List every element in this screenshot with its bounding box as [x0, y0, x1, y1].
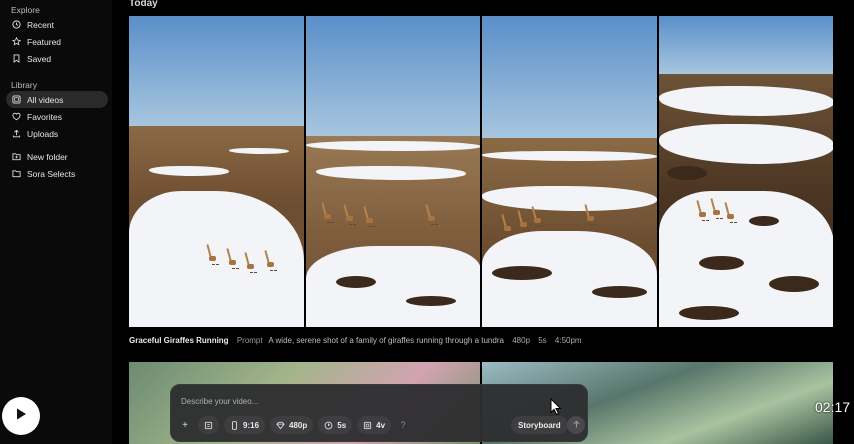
aspect-ratio-button[interactable]: 9:16 [224, 416, 266, 434]
star-icon [12, 37, 21, 46]
sidebar: Explore Recent Featured Saved Library Al… [0, 0, 112, 444]
grid-icon [12, 95, 21, 104]
composer-toolbar: + 9:16 480p 5s 4v ? [177, 416, 410, 434]
diamond-icon [276, 421, 285, 430]
sidebar-item-label: Saved [27, 53, 52, 64]
explore-section-title: Explore [11, 5, 40, 15]
sidebar-item-uploads[interactable]: Uploads [6, 125, 108, 142]
sidebar-item-label: Featured [27, 36, 62, 47]
variations-value: 4v [376, 420, 386, 430]
add-media-button[interactable]: + [177, 416, 193, 434]
timer-icon [324, 421, 333, 430]
video-thumbnail-row [129, 16, 833, 327]
variations-icon [363, 421, 372, 430]
sidebar-item-label: Uploads [27, 128, 59, 139]
preset-icon [204, 421, 213, 430]
presets-button[interactable] [198, 416, 219, 434]
folder-plus-icon [12, 152, 21, 161]
prompt-label: Prompt [236, 336, 263, 345]
submit-button[interactable] [567, 416, 585, 434]
video-thumbnail-1[interactable] [129, 16, 304, 327]
sidebar-item-saved[interactable]: Saved [6, 50, 108, 67]
mouse-cursor-icon [550, 398, 562, 415]
prompt-composer: + 9:16 480p 5s 4v ? Storyboard [170, 384, 588, 442]
portrait-icon [230, 420, 239, 430]
video-thumbnail-3[interactable] [482, 16, 657, 327]
sidebar-item-all-videos[interactable]: All videos [6, 91, 108, 108]
video-time: 4:50pm [554, 336, 582, 345]
sidebar-item-favorites[interactable]: Favorites [6, 108, 108, 125]
video-title[interactable]: Graceful Giraffes Running [129, 336, 229, 345]
play-icon [14, 407, 28, 426]
clock-icon [12, 20, 21, 29]
play-button[interactable] [2, 397, 40, 435]
heart-icon [12, 112, 21, 121]
upload-icon [12, 129, 21, 138]
video-resolution: 480p [512, 336, 530, 345]
main-content: Today Graceful Giraffes Running Prompt A… [112, 0, 854, 444]
bookmark-icon [12, 54, 21, 63]
video-caption: Graceful Giraffes Running Prompt A wide,… [129, 336, 582, 345]
video-thumbnail-4[interactable] [658, 16, 833, 327]
sidebar-item-featured[interactable]: Featured [6, 33, 108, 50]
aspect-ratio-value: 9:16 [243, 420, 260, 430]
video-thumbnail-2[interactable] [305, 16, 480, 327]
sidebar-item-label: Sora Selects [27, 168, 76, 179]
resolution-button[interactable]: 480p [270, 416, 314, 434]
prompt-text: A wide, serene shot of a family of giraf… [268, 336, 504, 345]
duration-value: 5s [337, 420, 347, 430]
sidebar-item-label: Favorites [27, 111, 62, 122]
sidebar-item-label: Recent [27, 19, 54, 30]
variations-button[interactable]: 4v [357, 416, 392, 434]
folder-icon [12, 169, 21, 178]
help-button[interactable]: ? [396, 420, 410, 430]
prompt-input[interactable] [181, 394, 521, 408]
duration-button[interactable]: 5s [318, 416, 353, 434]
video-duration: 5s [538, 336, 547, 345]
storyboard-button[interactable]: Storyboard [511, 416, 568, 434]
sidebar-item-label: All videos [27, 94, 64, 105]
sidebar-item-new-folder[interactable]: New folder [6, 148, 108, 165]
library-section-title: Library [11, 80, 37, 90]
arrow-up-icon [572, 416, 581, 434]
sidebar-item-sora-selects[interactable]: Sora Selects [6, 165, 108, 182]
playback-timestamp: 02:17 [815, 399, 851, 415]
resolution-value: 480p [289, 420, 308, 430]
sidebar-item-label: New folder [27, 151, 68, 162]
day-heading: Today [129, 0, 158, 9]
sidebar-item-recent[interactable]: Recent [6, 16, 108, 33]
